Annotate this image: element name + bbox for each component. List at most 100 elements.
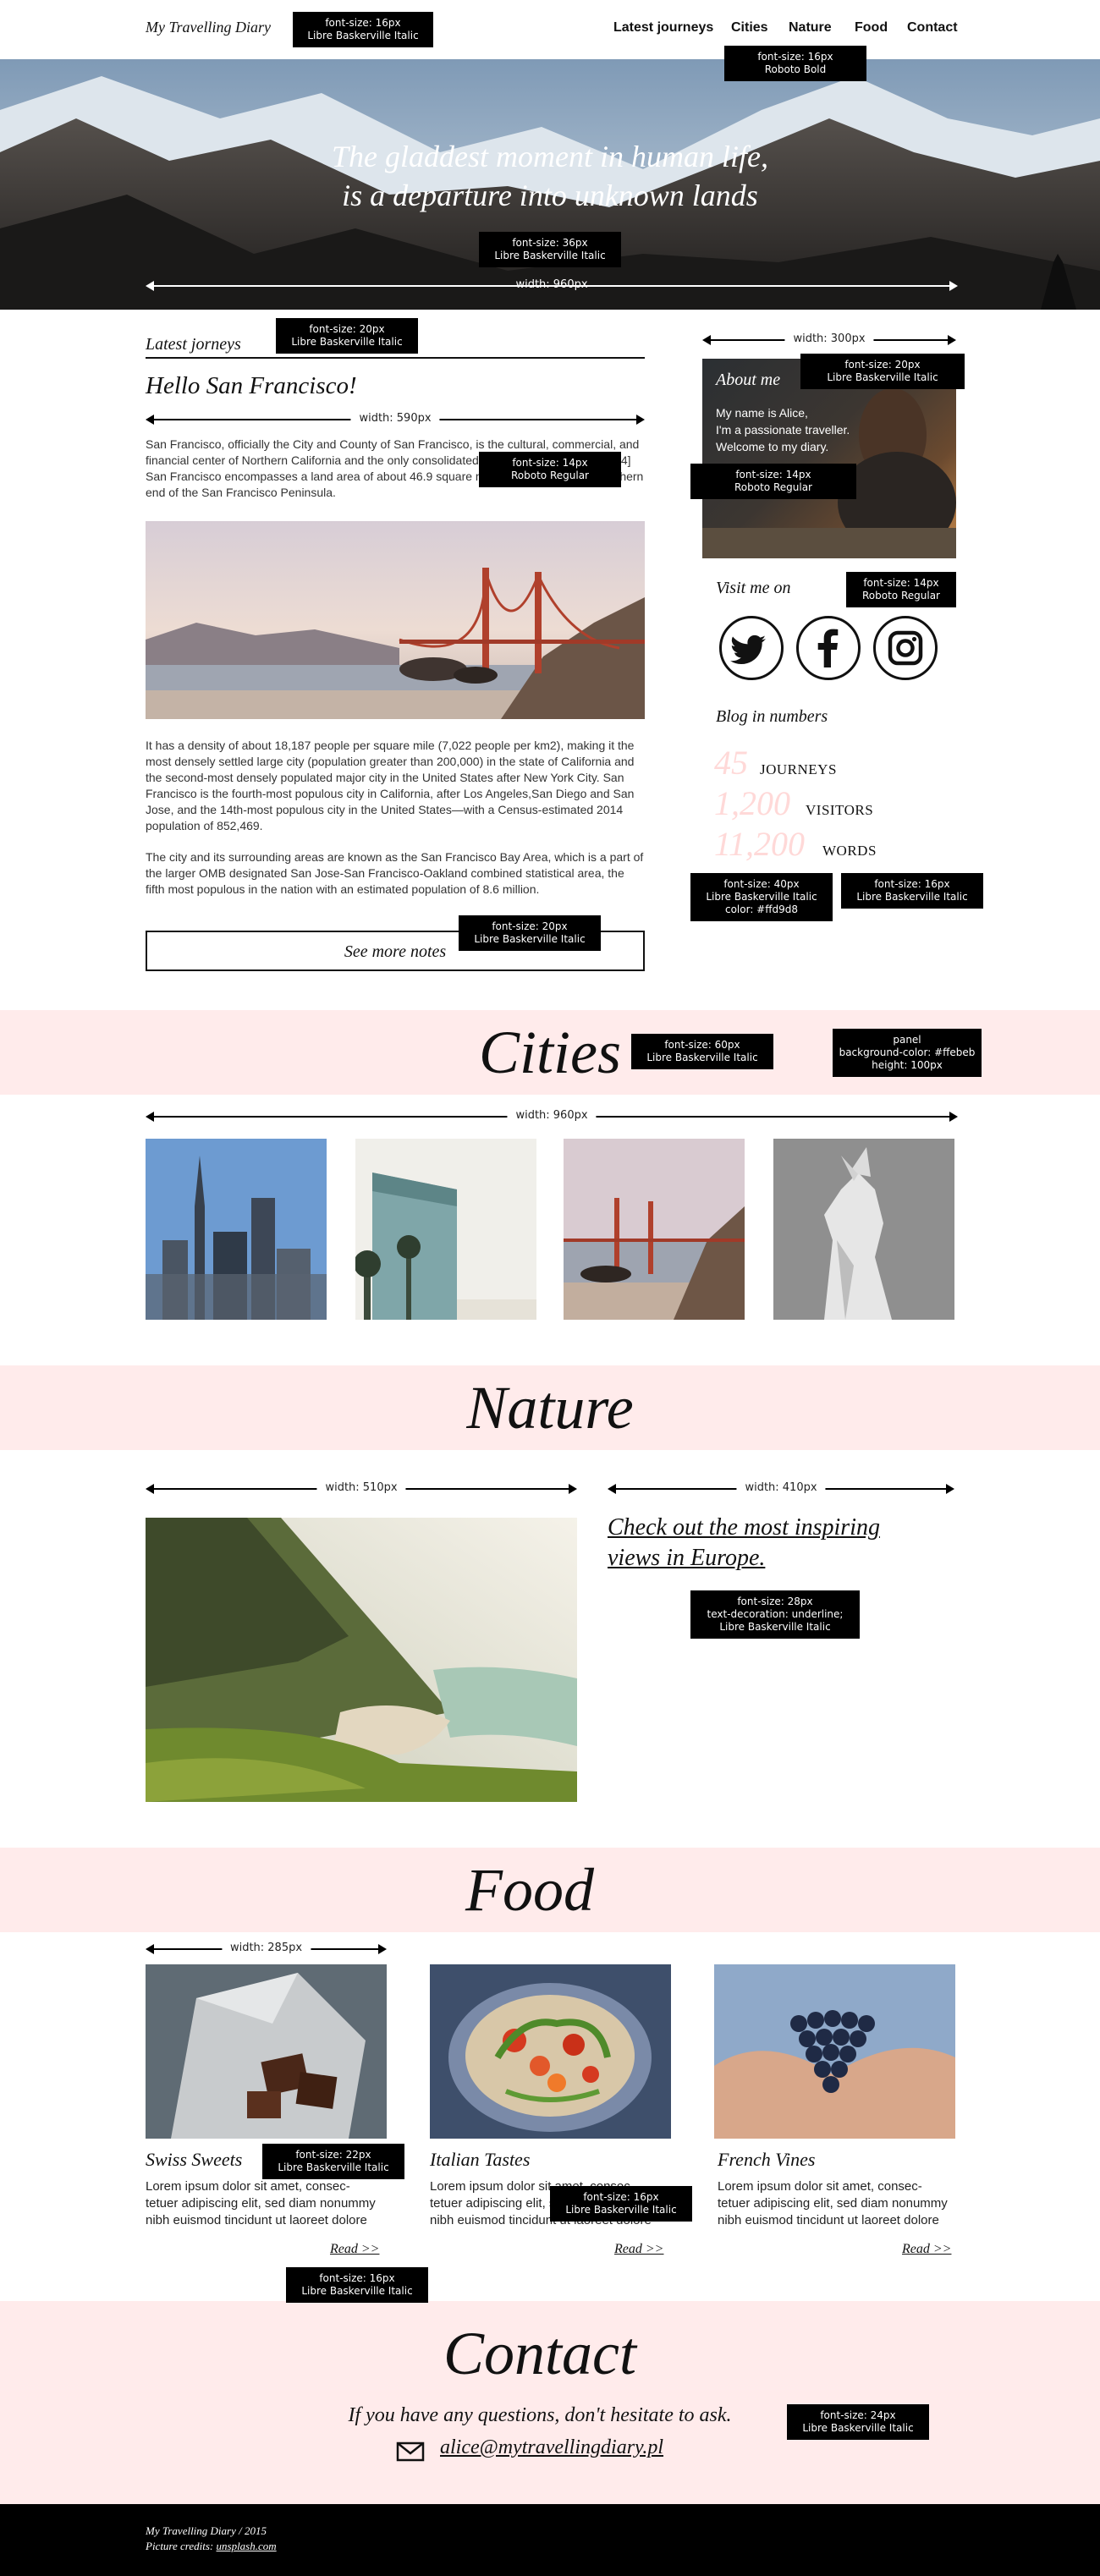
measure-content-label: width: 590px — [350, 413, 440, 425]
visit-title: Visit me on — [716, 579, 791, 597]
food-title: Food — [465, 1856, 594, 1924]
nature-photo-coast[interactable] — [146, 1518, 577, 1802]
golden-gate-photo — [146, 521, 645, 719]
spec-food-text-font: font-size: 16px Libre Baskerville Italic — [550, 2186, 692, 2222]
twitter-icon — [730, 634, 766, 665]
stat-words-label: WORDS — [822, 843, 877, 859]
contact-title: Contact — [443, 2320, 636, 2387]
footer-credits-prefix: Picture credits: — [146, 2540, 217, 2552]
city-photo-palm-building[interactable] — [355, 1139, 536, 1320]
brand-logo[interactable]: My Travelling Diary — [146, 19, 271, 36]
spec-food-title-font: font-size: 22px Libre Baskerville Italic — [262, 2144, 404, 2179]
measure-nature-left-width: width: 510px — [146, 1482, 577, 1494]
nav-contact[interactable]: Contact — [907, 20, 958, 36]
latest-heading-rule — [146, 357, 645, 359]
spec-contact-font: font-size: 24px Libre Baskerville Italic — [787, 2404, 929, 2440]
spec-nav-brand-font: font-size: 16px Libre Baskerville Italic — [293, 12, 433, 47]
food-item-3-title[interactable]: French Vines — [718, 2149, 815, 2171]
site-footer: My Travelling Diary / 2015 Picture credi… — [0, 2504, 1100, 2576]
food-item-2-read-link[interactable]: Read >> — [614, 2242, 663, 2257]
spec-about-font: font-size: 20px Libre Baskerville Italic — [800, 354, 965, 389]
food-item-3-read-link[interactable]: Read >> — [902, 2242, 951, 2257]
nav-latest-journeys[interactable]: Latest journeys — [613, 20, 713, 36]
instagram-link[interactable] — [873, 616, 938, 680]
nature-title: Nature — [466, 1374, 634, 1442]
measure-food-label: width: 285px — [221, 1942, 311, 1954]
measure-nature-right-width: width: 410px — [608, 1482, 954, 1494]
contact-email-link[interactable]: alice@mytravellingdiary.pl — [440, 2436, 663, 2459]
measure-nature-left-label: width: 510px — [316, 1482, 406, 1494]
stat-journeys-label: JOURNEYS — [760, 761, 837, 777]
stat-words-num: 11,200 — [714, 825, 806, 863]
food-item-3-text-2: tetuer adipiscing elit, sed diam nonummy — [718, 2196, 948, 2211]
instagram-icon — [888, 630, 923, 666]
food-item-1-text-1: Lorem ipsum dolor sit amet, consec- — [146, 2179, 350, 2194]
hero-banner: The gladdest moment in human life, is a … — [0, 59, 1100, 310]
about-line-3: Welcome to my diary. — [716, 440, 829, 453]
spec-nature-link-font: font-size: 28px text-decoration: underli… — [690, 1590, 860, 1639]
spec-body-font: font-size: 14px Roboto Regular — [479, 452, 621, 487]
post-title[interactable]: Hello San Francisco! — [146, 372, 357, 400]
facebook-icon — [817, 629, 839, 667]
post-paragraph-2: It has a density of about 18,187 people … — [146, 739, 635, 832]
food-item-1-text-3: nibh euismod tincidunt ut laoreet dolore — [146, 2213, 367, 2227]
spec-stat-num-font: font-size: 40px Libre Baskerville Italic… — [690, 873, 833, 921]
footer-line1: My Travelling Diary / 2015 — [146, 2524, 267, 2537]
envelope-icon — [396, 2441, 425, 2462]
stat-visitors-label: VISITORS — [806, 802, 874, 818]
stat-visitors-num: 1,200 — [714, 784, 790, 822]
food-item-1-title[interactable]: Swiss Sweets — [146, 2149, 242, 2171]
measure-cities-width: width: 960px — [146, 1110, 958, 1122]
food-item-2-title[interactable]: Italian Tastes — [430, 2149, 530, 2171]
spec-about-text-font: font-size: 14px Roboto Regular — [690, 464, 856, 499]
food-photo-italian-tastes[interactable] — [430, 1964, 671, 2139]
food-photo-french-vines[interactable] — [714, 1964, 955, 2139]
city-photo-statue-of-liberty[interactable] — [773, 1139, 954, 1320]
hero-quote-line2: is a departure into unknown lands — [342, 179, 758, 212]
measure-food-width: width: 285px — [146, 1942, 387, 1954]
footer-credits-link[interactable]: unsplash.com — [217, 2540, 277, 2552]
spec-nav-font: font-size: 16px Roboto Bold — [724, 46, 866, 81]
measure-nature-right-label: width: 410px — [736, 1482, 826, 1494]
about-title: About me — [716, 371, 781, 389]
numbers-title: Blog in numbers — [716, 707, 828, 726]
spec-read-font: font-size: 16px Libre Baskerville Italic — [286, 2267, 428, 2303]
facebook-link[interactable] — [796, 616, 861, 680]
about-line-2: I'm a passionate traveller. — [716, 423, 850, 437]
city-photo-san-francisco-skyline[interactable] — [146, 1139, 327, 1320]
spec-more-font: font-size: 20px Libre Baskerville Italic — [459, 915, 601, 951]
food-item-3-text-3: nibh euismod tincidunt ut laoreet dolore — [718, 2213, 939, 2227]
measure-hero-label: width: 960px — [515, 278, 588, 291]
spec-stat-word-font: font-size: 16px Libre Baskerville Italic — [841, 873, 983, 909]
hero-quote: The gladdest moment in human life, is a … — [0, 137, 1100, 215]
city-photo-golden-gate[interactable] — [564, 1139, 745, 1320]
measure-hero-width: width: 960px — [146, 279, 958, 291]
hero-quote-line1: The gladdest moment in human life, — [332, 140, 768, 173]
food-item-1-text-2: tetuer adipiscing elit, sed diam nonummy — [146, 2196, 376, 2211]
measure-sidebar-label: width: 300px — [784, 333, 874, 345]
food-photo-swiss-sweets[interactable] — [146, 1964, 387, 2139]
measure-content-width: width: 590px — [146, 413, 645, 425]
spec-latest-font: font-size: 20px Libre Baskerville Italic — [276, 318, 418, 354]
nature-link-line2: views in Europe. — [608, 1545, 766, 1571]
nav-nature[interactable]: Nature — [789, 20, 832, 36]
nav-food[interactable]: Food — [855, 20, 888, 36]
about-line-1: My name is Alice, — [716, 406, 808, 420]
latest-heading: Latest jorneys — [146, 335, 241, 354]
nature-link-line1: Check out the most inspiring — [608, 1514, 880, 1541]
footer-credits: Picture credits: unsplash.com — [146, 2540, 277, 2553]
twitter-link[interactable] — [719, 616, 784, 680]
spec-panel: panel background-color: #ffebeb height: … — [833, 1029, 982, 1077]
food-item-1-read-link[interactable]: Read >> — [330, 2242, 379, 2257]
spec-cities-font: font-size: 60px Libre Baskerville Italic — [631, 1034, 773, 1069]
spec-hero-font: font-size: 36px Libre Baskerville Italic — [479, 232, 621, 267]
food-item-3-text-1: Lorem ipsum dolor sit amet, consec- — [718, 2179, 922, 2194]
nav-cities[interactable]: Cities — [731, 20, 768, 36]
stat-journeys-num: 45 — [714, 744, 748, 782]
spec-visit-font: font-size: 14px Roboto Regular — [846, 572, 956, 607]
nature-link[interactable]: Check out the most inspiring views in Eu… — [608, 1513, 880, 1574]
post-paragraph-3: The city and its surrounding areas are k… — [146, 850, 644, 896]
site-header: My Travelling Diary Latest journeys Citi… — [0, 0, 1100, 59]
measure-cities-label: width: 960px — [507, 1110, 597, 1122]
measure-sidebar-width: width: 300px — [702, 333, 956, 345]
